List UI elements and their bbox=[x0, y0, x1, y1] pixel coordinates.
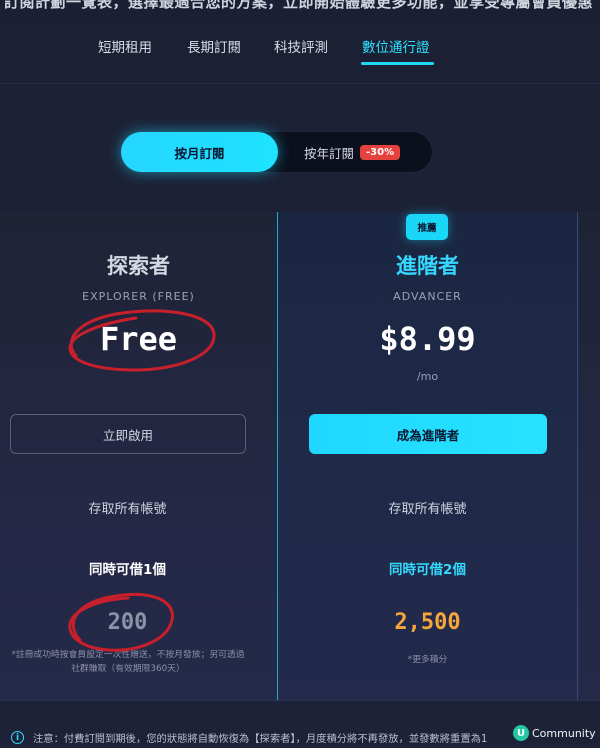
tab-tech-reviews[interactable]: 科技評測 bbox=[274, 36, 328, 56]
plan-points: 2,500 bbox=[394, 610, 461, 635]
info-icon: i bbox=[11, 731, 24, 744]
yearly-billing-button[interactable]: 按年訂閱 -30% bbox=[278, 132, 432, 172]
become-advancer-label: 成為進階者 bbox=[396, 427, 460, 443]
top-strip-text: 訂閱計劃一覽表，選擇最適合您的方案，立即開始體驗更多功能，並享受專屬會員優惠 bbox=[4, 0, 594, 11]
plan-feature: 存取所有帳號 bbox=[88, 502, 167, 517]
activate-now-label: 立即啟用 bbox=[102, 427, 153, 443]
concurrent-borrow-limit: 同時可借1個 bbox=[89, 562, 166, 578]
plan-subtitle: EXPLORER (FREE) bbox=[82, 290, 195, 303]
plan-points: 200 bbox=[107, 610, 148, 635]
concurrent-borrow-limit: 同時可借2個 bbox=[389, 562, 466, 578]
become-advancer-button[interactable]: 成為進階者 bbox=[309, 414, 547, 454]
active-tab-underline bbox=[361, 62, 434, 65]
activate-now-button[interactable]: 立即啟用 bbox=[10, 414, 246, 454]
discount-badge: -30% bbox=[360, 144, 401, 160]
plan-name: 探索者 bbox=[107, 254, 170, 278]
plan-card-advancer: 進階者 ADVANCER $8.99 /mo 成為進階者 存取所有帳號 同時可借… bbox=[277, 212, 578, 700]
navbar: 短期租用 長期訂閱 科技評測 數位通行證 bbox=[0, 22, 600, 84]
monthly-billing-button[interactable]: 按月訂閱 bbox=[121, 132, 278, 172]
tab-long-term-subscription[interactable]: 長期訂閱 bbox=[187, 36, 241, 56]
plans-section: 探索者 EXPLORER (FREE) Free 立即啟用 存取所有帳號 同時可… bbox=[0, 212, 600, 748]
yearly-label: 按年訂閱 bbox=[304, 145, 355, 161]
tab-short-term-rental[interactable]: 短期租用 bbox=[98, 36, 152, 56]
footer-notice-text: 注意：付費訂閱到期後，您的狀態將自動恢復為【探索者】，月度積分將不再發放，並發數… bbox=[33, 733, 488, 745]
plan-card-explorer: 探索者 EXPLORER (FREE) Free 立即啟用 存取所有帳號 同時可… bbox=[0, 212, 277, 700]
plan-price: Free bbox=[99, 320, 178, 358]
plan-name: 進階者 bbox=[396, 254, 459, 278]
community-logo-icon: U bbox=[513, 725, 529, 741]
recommended-label: 推薦 bbox=[417, 223, 437, 234]
plan-price: $8.99 bbox=[379, 320, 476, 358]
plan-period: /mo bbox=[416, 370, 439, 383]
billing-toggle: 按月訂閱 按年訂閱 -30% bbox=[121, 132, 432, 172]
points-note: *註冊成功時按會員設定一次性贈送，不按月發放；另可透過社群賺取（有效期限360天… bbox=[11, 650, 245, 674]
community-watermark-text: Community bbox=[532, 726, 596, 740]
monthly-label: 按月訂閱 bbox=[174, 145, 225, 161]
recommended-badge: 推薦 bbox=[406, 214, 448, 240]
plan-subtitle: ADVANCER bbox=[393, 290, 462, 303]
tab-digital-pass[interactable]: 數位通行證 bbox=[362, 36, 430, 56]
community-watermark: U Community bbox=[509, 722, 600, 744]
plan-feature: 存取所有帳號 bbox=[388, 502, 467, 517]
points-note: *更多積分 bbox=[407, 655, 448, 665]
